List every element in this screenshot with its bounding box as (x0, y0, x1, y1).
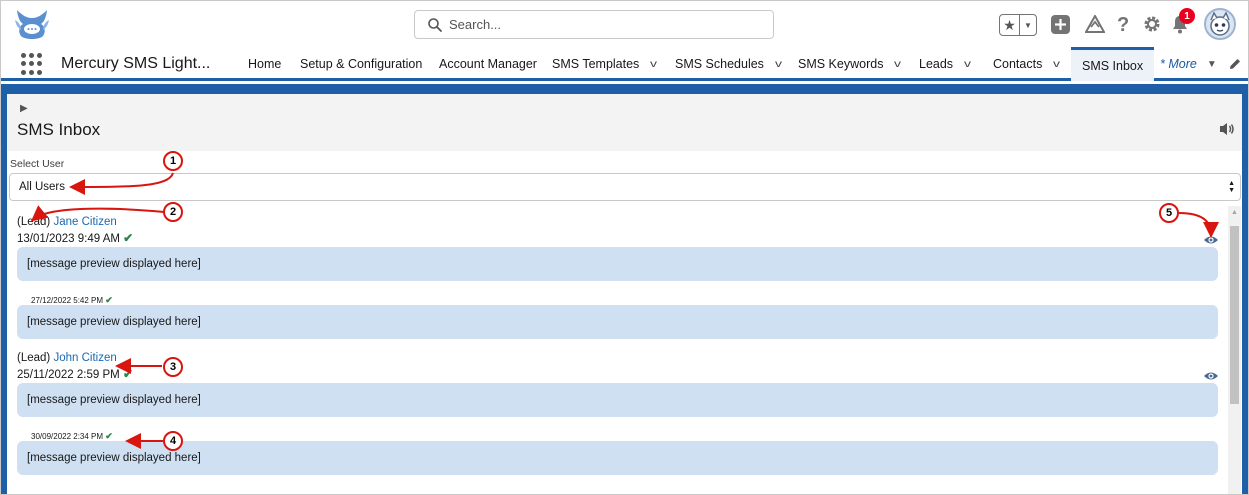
tab-sms-keywords[interactable]: SMS Keywords v (798, 47, 901, 81)
app-logo-icon[interactable] (13, 6, 51, 42)
tab-label: Home (248, 57, 282, 71)
message-preview: [message preview displayed here] (27, 258, 201, 270)
chevron-down-icon[interactable]: v (894, 59, 901, 70)
scroll-up-icon[interactable]: ▲ (1231, 209, 1238, 216)
sms-inbox-card: ▶ SMS Inbox Select User All Users ▲ ▼ (Le… (7, 94, 1242, 494)
contact-type: (Lead) (17, 352, 51, 364)
select-user-dropdown[interactable]: All Users ▲ ▼ (9, 173, 1241, 201)
message-bubble[interactable]: [message preview displayed here] (17, 305, 1218, 339)
tab-label: SMS Templates (552, 57, 640, 71)
message-preview: [message preview displayed here] (27, 394, 201, 406)
select-user-label: Select User (10, 158, 65, 170)
message-list: (Lead) Jane Citizen 13/01/2023 9:49 AM ✔… (7, 206, 1242, 494)
message-bubble[interactable]: [message preview displayed here] (17, 247, 1218, 281)
tab-label: * More (1160, 57, 1197, 71)
tab-more[interactable]: * More ▼ (1160, 47, 1217, 81)
tab-account-manager[interactable]: Account Manager (439, 47, 537, 81)
speaker-icon[interactable] (1219, 121, 1235, 137)
annotation-marker: 2 (163, 202, 183, 222)
pencil-icon[interactable] (1229, 58, 1241, 70)
select-user-value: All Users (19, 181, 66, 193)
delivered-check-icon: ✔ (105, 295, 113, 305)
timestamp-text: 13/01/2023 9:49 AM (17, 233, 120, 245)
tab-sms-inbox[interactable]: SMS Inbox (1071, 47, 1155, 81)
expand-triangle-icon[interactable]: ▶ (20, 103, 28, 114)
tab-label: SMS Inbox (1082, 58, 1144, 73)
page-background: ▶ SMS Inbox Select User All Users ▲ ▼ (Le… (1, 84, 1248, 494)
gear-icon[interactable] (1143, 15, 1161, 33)
thread-contact: (Lead) John Citizen (17, 352, 117, 364)
annotation-marker: 4 (163, 431, 183, 451)
trailhead-icon[interactable] (1085, 15, 1105, 34)
annotation-marker: 1 (163, 151, 183, 171)
timestamp-text: 30/09/2022 2:34 PM (31, 432, 104, 441)
tab-label: Contacts (993, 57, 1043, 71)
select-arrows-icon: ▲ ▼ (1228, 180, 1235, 194)
message-preview: [message preview displayed here] (27, 316, 201, 328)
tab-contacts[interactable]: Contacts v (993, 47, 1060, 81)
contact-type: (Lead) (17, 216, 51, 228)
scrollbar-thumb[interactable] (1230, 226, 1239, 404)
chevron-down-icon[interactable]: v (1053, 59, 1060, 70)
user-avatar-icon (1210, 11, 1230, 36)
app-launcher-icon[interactable] (21, 53, 43, 75)
avatar[interactable] (1204, 8, 1236, 40)
tab-sms-schedules[interactable]: SMS Schedules v (675, 47, 782, 81)
search-input[interactable] (449, 14, 759, 35)
chevron-down-icon[interactable]: ▼ (1020, 15, 1036, 35)
message-list-scrollbar[interactable]: ▲ (1228, 206, 1241, 494)
message-preview: [message preview displayed here] (27, 452, 201, 464)
tab-label: SMS Schedules (675, 57, 764, 71)
global-header: ★ ▼ ? 1 (1, 1, 1248, 47)
tab-label: SMS Keywords (798, 57, 884, 71)
delivered-check-icon: ✔ (105, 431, 113, 441)
delivered-check-icon: ✔ (122, 367, 133, 381)
svg-text:?: ? (1117, 14, 1129, 34)
page-title: SMS Inbox (17, 120, 101, 139)
tab-label: Account Manager (439, 57, 537, 71)
message-bubble[interactable]: [message preview displayed here] (17, 383, 1218, 417)
thread-timestamp: 13/01/2023 9:49 AM ✔ (17, 231, 133, 245)
app-nav-bar: Mercury SMS Light... Home Setup & Config… (1, 47, 1248, 81)
tab-label: Leads (919, 57, 954, 71)
help-icon[interactable]: ? (1116, 14, 1130, 34)
thread-timestamp: 25/11/2022 2:59 PM ✔ (17, 367, 133, 381)
message-bubble[interactable]: [message preview displayed here] (17, 441, 1218, 475)
chevron-down-icon[interactable]: v (775, 59, 782, 70)
search-icon (428, 18, 442, 32)
timestamp-text: 27/12/2022 5:42 PM (31, 296, 104, 305)
chevron-down-icon[interactable]: v (650, 59, 657, 70)
tab-sms-templates[interactable]: SMS Templates v (552, 47, 657, 81)
card-header: ▶ SMS Inbox (7, 94, 1242, 151)
caret-down-icon[interactable]: ▼ (1207, 59, 1217, 70)
tab-label: Setup & Configuration (300, 57, 423, 71)
tab-home[interactable]: Home (248, 47, 281, 81)
tab-setup-configuration[interactable]: Setup & Configuration (300, 47, 422, 81)
eye-icon[interactable] (1203, 371, 1219, 381)
timestamp-text: 25/11/2022 2:59 PM (17, 369, 120, 381)
app-name: Mercury SMS Light... (61, 55, 211, 72)
chevron-down-icon[interactable]: v (964, 59, 971, 70)
annotation-marker: 3 (163, 357, 183, 377)
contact-name-link[interactable]: John Citizen (53, 352, 116, 364)
thread-contact: (Lead) Jane Citizen (17, 216, 117, 228)
favorites-button[interactable]: ★ ▼ (999, 14, 1037, 36)
tab-leads[interactable]: Leads v (919, 47, 971, 81)
eye-icon[interactable] (1203, 235, 1219, 245)
delivered-check-icon: ✔ (123, 231, 134, 245)
annotation-marker: 5 (1159, 203, 1179, 223)
star-icon[interactable]: ★ (1000, 15, 1020, 35)
notification-badge: 1 (1179, 8, 1195, 24)
global-search[interactable] (414, 10, 774, 39)
global-actions-icon[interactable] (1051, 15, 1070, 34)
contact-name-link[interactable]: Jane Citizen (53, 216, 116, 228)
